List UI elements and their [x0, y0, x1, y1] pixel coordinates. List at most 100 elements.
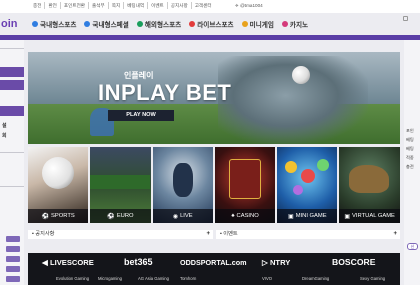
casino-chip-icon — [281, 21, 288, 27]
game-icon: ▣ — [288, 213, 294, 220]
betslip-label: 적중 — [406, 155, 414, 160]
nav-domestic-sports[interactable]: 국내형스포츠 — [28, 19, 80, 29]
nav-overseas-sports[interactable]: 해외형스포츠 — [133, 19, 185, 29]
login-icon[interactable] — [403, 16, 408, 21]
tile-virtual-game[interactable]: ▣ VIRTUAL GAME — [339, 147, 400, 223]
utility-link-exchange[interactable]: 환전 — [45, 2, 61, 9]
tile-caption: ♠ CASINO — [214, 209, 276, 223]
partner-sexy-gaming[interactable]: Sexy Gaming — [360, 276, 385, 281]
betslip-label: 베팅 — [406, 146, 414, 151]
notice-panel-header: ▪ 공지사항 + — [28, 230, 213, 239]
left-sidebar: 설 회 — [0, 40, 24, 285]
sidebar-badge[interactable] — [6, 246, 20, 252]
tile-label: LIVE — [180, 213, 193, 219]
sidebar-divider — [0, 152, 24, 153]
sidebar-badge[interactable] — [6, 276, 20, 282]
main-nav: 국내형스포츠 국내형스페셜 해외형스포츠 라이브스포츠 미니게임 카지노 — [28, 14, 312, 34]
partner-bet365[interactable]: bet365 — [124, 257, 153, 267]
tile-label: VIRTUAL GAME — [352, 213, 395, 219]
soccer-ball-icon — [32, 21, 38, 27]
tile-label: EURO — [116, 213, 134, 219]
betslip-label: 포인 — [406, 128, 414, 133]
utility-link-attendance[interactable]: 출석부 — [89, 2, 109, 9]
tile-caption: ▣ MINI GAME — [277, 209, 338, 223]
partner-vivo[interactable]: VIVO — [262, 276, 272, 281]
play-now-button[interactable]: PLAY NOW — [108, 110, 174, 121]
partner-dreamgaming[interactable]: DreamGaming — [302, 276, 329, 281]
site-logo[interactable]: oin — [0, 13, 22, 35]
nav-label: 미니게임 — [249, 22, 274, 29]
slot-machine-image — [228, 159, 261, 199]
partner-tomhorn[interactable]: Tomhorn — [180, 276, 196, 281]
live-icon: ◉ — [172, 213, 179, 220]
betslip-label: 베팅 — [406, 137, 414, 142]
tile-casino[interactable]: ♠ CASINO — [214, 147, 276, 223]
top-utility-bar: 충전 환전 포인트전환 출석부 쪽지 베팅내역 이벤트 공지사항 고객센터 ✈ … — [0, 0, 420, 13]
partner-ntry[interactable]: ▷ NTRY — [262, 258, 290, 267]
partner-asia-gaming[interactable]: AG Asia Gaming — [138, 276, 169, 281]
partner-name: NTRY — [269, 258, 291, 267]
lottery-ball-image — [293, 185, 304, 195]
nav-casino[interactable]: 카지노 — [278, 19, 312, 29]
tile-label: CASINO — [236, 213, 259, 219]
athlete-image — [172, 163, 193, 197]
nav-label: 국내형스페셜 — [92, 22, 129, 29]
game-icon: ▣ — [344, 213, 351, 220]
tile-label: SPORTS — [51, 213, 75, 219]
utility-link-point-convert[interactable]: 포인트전환 — [61, 2, 90, 9]
sidebar-badge[interactable] — [6, 256, 20, 262]
sidebar-divider — [0, 186, 24, 187]
panel-bullet-icon: ▪ — [220, 231, 222, 237]
tile-euro[interactable]: ⚽ EURO — [90, 147, 151, 223]
tile-sports[interactable]: ⚽ SPORTS — [28, 147, 89, 223]
hero-banner[interactable]: 인플레이 INPLAY BET PLAY NOW — [28, 52, 400, 144]
sidebar-badge[interactable] — [6, 236, 20, 242]
soccer-ball-icon: ⚽ — [41, 213, 50, 220]
sidebar-label-text: 설 — [2, 123, 7, 129]
new-badge[interactable]: 신 — [407, 243, 418, 250]
tile-mini-game[interactable]: ▣ MINI GAME — [277, 147, 338, 223]
soccer-ball-icon — [84, 21, 91, 27]
tile-caption: ⚽ EURO — [90, 209, 151, 223]
more-events-button[interactable]: + — [393, 230, 397, 239]
tile-caption: ◉ LIVE — [152, 209, 213, 223]
sidebar-button[interactable] — [0, 80, 24, 90]
partner-oddsportal[interactable]: ODDSPORTAL.com — [180, 258, 247, 267]
soccer-ball-image — [42, 157, 74, 189]
game-category-tiles: ⚽ SPORTS ⚽ EURO ◉ LIVE ♠ CASINO ▣ MINI G… — [28, 147, 400, 223]
utility-link-events[interactable]: 이벤트 — [148, 2, 168, 9]
event-panel-title: 이벤트 — [223, 231, 238, 237]
partner-microgaming[interactable]: Microgaming — [98, 276, 122, 281]
nav-live-sports[interactable]: 라이브스포츠 — [185, 19, 237, 29]
notice-panel-title: 공지사항 — [35, 231, 55, 237]
sidebar-button[interactable] — [0, 106, 24, 116]
telegram-handle: @tma1004 — [240, 3, 263, 8]
partner-livescore[interactable]: ◀ LIVESCORE — [42, 258, 94, 267]
live-icon — [189, 21, 196, 27]
nav-label: 라이브스포츠 — [197, 22, 234, 29]
sidebar-divider — [0, 48, 24, 49]
partner-evolution[interactable]: Evolution Gaming — [56, 276, 89, 281]
utility-link-bet-history[interactable]: 베팅내역 — [124, 2, 149, 9]
horse-image — [349, 165, 390, 193]
utility-link-messages[interactable]: 쪽지 — [109, 2, 125, 9]
utility-link-support[interactable]: 고객센터 — [192, 2, 215, 9]
sidebar-button[interactable] — [0, 67, 24, 77]
casino-chip-icon: ♠ — [231, 213, 235, 219]
tile-live[interactable]: ◉ LIVE — [152, 147, 213, 223]
utility-link-charge[interactable]: 충전 — [30, 2, 46, 9]
partner-boscore[interactable]: BOSCORE — [332, 257, 375, 267]
nav-domestic-special[interactable]: 국내형스페셜 — [80, 19, 132, 29]
panel-bullet-icon: ▪ — [32, 231, 34, 237]
lottery-ball-image — [317, 159, 330, 171]
lottery-ball-image — [301, 169, 316, 183]
nav-divider-bar — [0, 35, 420, 40]
nav-mini-game[interactable]: 미니게임 — [238, 19, 278, 29]
sidebar-label: 설 — [0, 122, 24, 129]
more-notices-button[interactable]: + — [206, 230, 210, 239]
header-icons — [403, 16, 408, 21]
game-icon — [241, 21, 248, 27]
utility-link-notices[interactable]: 공지사항 — [168, 2, 192, 9]
telegram-contact[interactable]: ✈ @tma1004 — [235, 2, 263, 9]
sidebar-badge[interactable] — [6, 266, 20, 272]
